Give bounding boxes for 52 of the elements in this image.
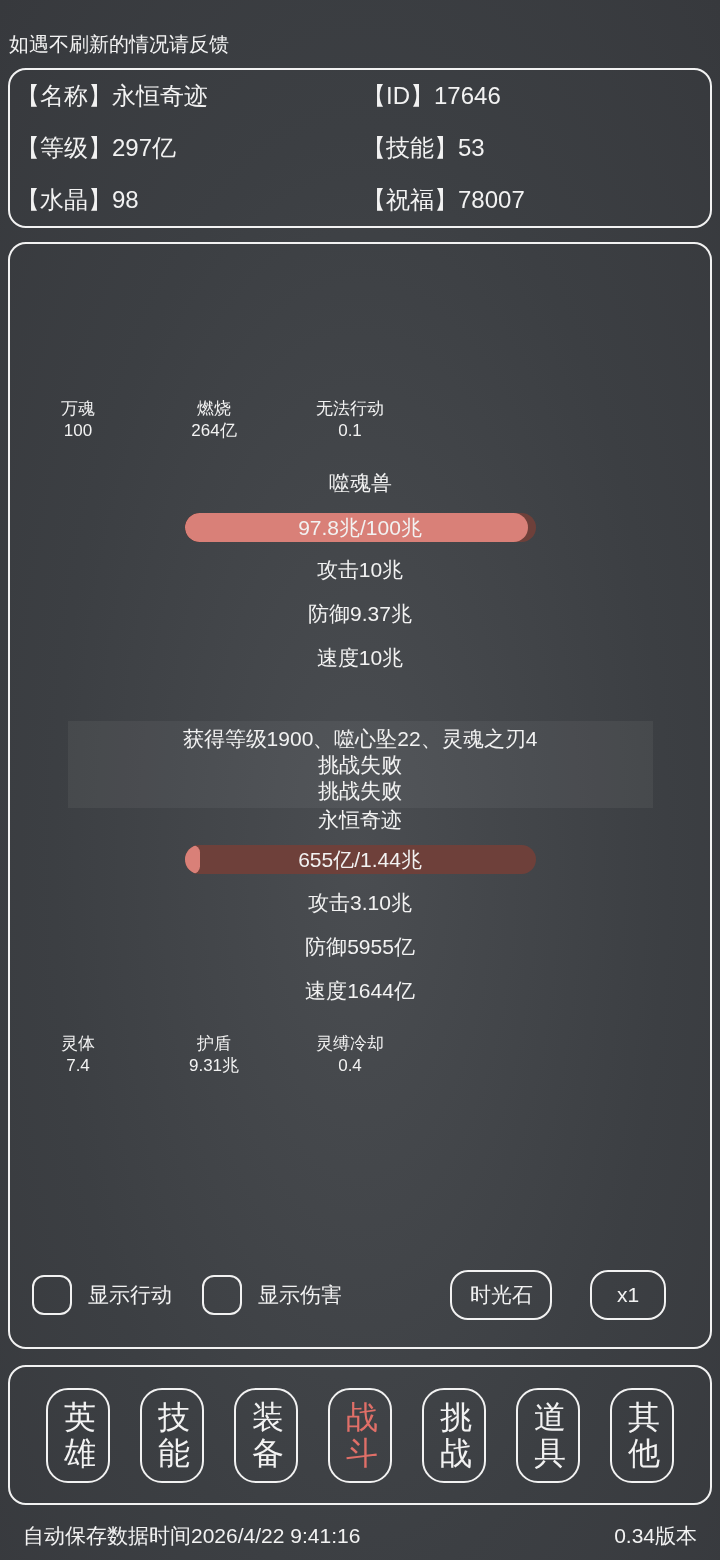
effect-name: 灵体 bbox=[61, 1033, 95, 1055]
field-label: 【技能】 bbox=[362, 133, 458, 163]
effect-name: 万魂 bbox=[61, 398, 95, 420]
action-button[interactable]: x1 bbox=[590, 1270, 666, 1320]
effect-name: 无法行动 bbox=[316, 398, 384, 420]
effect-value: 100 bbox=[63, 420, 93, 442]
log-text: 获得等级1900、噬心坠22、灵魂之刃4 bbox=[182, 725, 538, 752]
nav-tab[interactable]: 其他 bbox=[610, 1387, 674, 1483]
autosave-time-text: 自动保存数据时间2026/4/22 9:41:16 bbox=[23, 1523, 361, 1549]
field-label: 【名称】 bbox=[16, 81, 112, 111]
checkbox[interactable] bbox=[32, 1275, 72, 1315]
log-text: 挑战失败 bbox=[318, 751, 402, 778]
effect-value: 0.1 bbox=[338, 420, 362, 442]
field-label: 【祝福】 bbox=[362, 185, 458, 215]
player-name: 永恒奇迹 bbox=[318, 808, 402, 832]
stat-text: 防御5955亿 bbox=[305, 934, 415, 960]
checkbox-label: 显示伤害 bbox=[258, 1282, 342, 1308]
effect-value: 9.31兆 bbox=[188, 1055, 240, 1077]
notice-text: 如遇不刷新的情况请反馈 bbox=[8, 32, 229, 57]
stat-text: 速度10兆 bbox=[316, 645, 404, 671]
field-value: 53 bbox=[458, 133, 485, 163]
nav-tab[interactable]: 道具 bbox=[516, 1387, 580, 1483]
nav-tab[interactable]: 技能 bbox=[140, 1387, 204, 1483]
stat-text: 防御9.37兆 bbox=[308, 601, 412, 627]
nav-tab[interactable]: 英雄 bbox=[46, 1387, 110, 1483]
effect-name: 燃烧 bbox=[197, 398, 231, 420]
action-button[interactable]: 时光石 bbox=[450, 1270, 552, 1320]
checkbox-label: 显示行动 bbox=[88, 1282, 172, 1308]
field-value: 98 bbox=[112, 185, 139, 215]
field-value: 78007 bbox=[458, 185, 525, 215]
field-label: 【水晶】 bbox=[16, 185, 112, 215]
stat-text: 攻击3.10兆 bbox=[308, 890, 412, 916]
health-text: 655亿/1.44兆 bbox=[298, 846, 422, 873]
nav-tab[interactable]: 挑战 bbox=[422, 1387, 486, 1483]
checkbox[interactable] bbox=[202, 1275, 242, 1315]
stat-text: 速度1644亿 bbox=[305, 978, 415, 1004]
effect-value: 264亿 bbox=[191, 420, 237, 442]
effect-name: 灵缚冷却 bbox=[316, 1033, 384, 1055]
version-text: 0.34版本 bbox=[614, 1523, 697, 1549]
log-text: 挑战失败 bbox=[318, 777, 402, 804]
field-value: 永恒奇迹 bbox=[112, 81, 208, 111]
field-value: 17646 bbox=[434, 81, 501, 111]
effect-name: 护盾 bbox=[197, 1033, 231, 1055]
health-text: 97.8兆/100兆 bbox=[298, 514, 422, 541]
field-value: 297亿 bbox=[112, 133, 177, 163]
effect-value: 0.4 bbox=[338, 1055, 362, 1077]
field-label: 【ID】 bbox=[362, 81, 434, 111]
field-label: 【等级】 bbox=[16, 133, 112, 163]
enemy-name: 噬魂兽 bbox=[328, 470, 392, 496]
stat-text: 攻击10兆 bbox=[316, 557, 404, 583]
effect-value: 7.4 bbox=[66, 1055, 90, 1077]
nav-tab[interactable]: 装备 bbox=[234, 1387, 298, 1483]
